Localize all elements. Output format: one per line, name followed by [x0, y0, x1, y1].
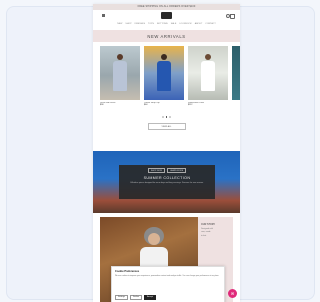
product-image[interactable]: [100, 46, 140, 100]
carousel-dot[interactable]: [162, 116, 164, 118]
collection-banner: NEW ARRIVALS: [93, 30, 240, 42]
hero-title: SUMMER COLLECTION: [143, 176, 191, 180]
nav-item[interactable]: TOPS: [148, 23, 154, 25]
carousel-dot[interactable]: [169, 116, 171, 118]
hero-shop-button[interactable]: SHOP NOW: [147, 168, 165, 173]
cookie-banner: Cookie Preferences We use cookies to imp…: [111, 266, 225, 302]
feature-line: to last.: [201, 234, 207, 237]
hero-section: SHOP NOW LEARN MORE SUMMER COLLECTION Ef…: [93, 151, 240, 213]
view-all-button[interactable]: VIEW ALL: [147, 122, 186, 130]
product-image[interactable]: [144, 46, 184, 100]
product-price: $98: [100, 103, 104, 106]
cookie-accept-button[interactable]: Accept: [144, 294, 156, 300]
search-icon[interactable]: [225, 14, 230, 19]
product-image[interactable]: [232, 46, 240, 100]
cart-icon[interactable]: [230, 14, 235, 19]
product-card[interactable]: Sleeveless Dress $112: [188, 46, 228, 106]
hero-learn-button[interactable]: LEARN MORE: [166, 168, 187, 173]
product-card[interactable]: [232, 46, 240, 104]
cookie-settings-button[interactable]: Settings: [115, 294, 128, 300]
feature-line: Designed with: [201, 227, 213, 230]
product-image[interactable]: [188, 46, 228, 100]
product-carousel: Linen Midi Dress $98 Cotton Wrap Top $64…: [93, 42, 240, 106]
chat-icon[interactable]: ✉: [228, 289, 237, 298]
nav-item[interactable]: SALE: [171, 23, 177, 25]
hero-text: Effortless pieces designed for warm days…: [130, 182, 204, 184]
carousel-dot-active[interactable]: [165, 116, 168, 118]
feature-title: OUR STORY: [201, 223, 216, 226]
nav-item[interactable]: LOOKBOOK: [179, 23, 191, 25]
site-header: [93, 10, 240, 21]
cookie-title: Cookie Preferences: [115, 270, 140, 273]
product-card[interactable]: Linen Midi Dress $98: [100, 46, 140, 106]
site-logo[interactable]: [161, 12, 172, 19]
nav-item[interactable]: DRESSES: [135, 23, 145, 25]
nav-item[interactable]: BOTTOMS: [157, 23, 168, 25]
cookie-text: We use cookies to improve your experienc…: [115, 274, 220, 277]
product-price: $112: [188, 103, 193, 106]
product-card[interactable]: Cotton Wrap Top $64: [144, 46, 184, 106]
nav-item[interactable]: SHOP: [125, 23, 131, 25]
product-price: $64: [144, 103, 148, 106]
cookie-decline-button[interactable]: Decline: [129, 294, 143, 300]
hero-overlay: SHOP NOW LEARN MORE SUMMER COLLECTION Ef…: [119, 165, 215, 199]
banner-title: NEW ARRIVALS: [147, 33, 186, 39]
nav-item[interactable]: NEW: [117, 23, 122, 25]
nav-item[interactable]: CONTACT: [205, 23, 215, 25]
menu-icon[interactable]: [102, 14, 105, 17]
nav-item[interactable]: ABOUT: [195, 23, 203, 25]
feature-line: care, made: [201, 231, 211, 233]
main-nav: NEW SHOP DRESSES TOPS BOTTOMS SALE LOOKB…: [93, 21, 240, 27]
website-page: FREE SHIPPING ON ALL ORDERS OVER $100 NE…: [93, 4, 240, 302]
carousel-dots: [93, 116, 240, 118]
